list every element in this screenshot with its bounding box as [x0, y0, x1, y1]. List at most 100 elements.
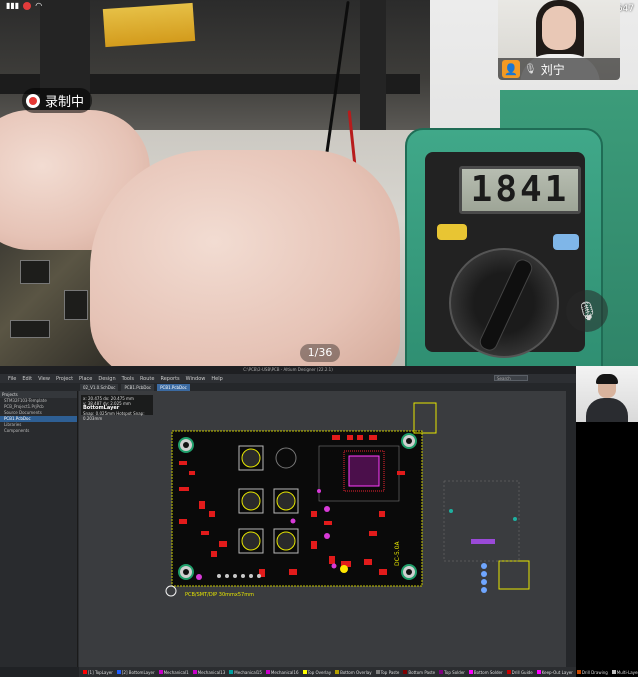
search-input[interactable]: Search — [494, 375, 528, 381]
layer-tab[interactable]: [1] TopLayer — [83, 670, 113, 675]
presenter-video[interactable] — [576, 366, 638, 422]
layer-tab[interactable]: Keep-Out Layer — [536, 669, 573, 675]
layer-tab[interactable]: Bottom Paste — [403, 670, 435, 675]
layer-color-swatch — [116, 670, 121, 674]
external-marker — [449, 509, 453, 513]
layer-label: Top Paste — [380, 669, 400, 675]
layer-color-swatch — [335, 670, 340, 674]
layer-label: Mechanical16 — [270, 669, 299, 675]
menu-item-project[interactable]: Project — [56, 376, 73, 382]
multimeter-hold-button — [437, 224, 467, 240]
layer-label: Keep-Out Layer — [541, 669, 573, 675]
right-panel-strip[interactable] — [566, 391, 576, 667]
menu-item-reports[interactable]: Reports — [160, 376, 179, 382]
layer-label: Mechanical1 — [163, 669, 189, 675]
project-tree: STM32F103-Template PCB_Project1.PrjPcb Sou… — [0, 398, 77, 434]
menu-bar: File Edit View Project Place Design Tools Route… — [0, 374, 576, 383]
menu-item-window[interactable]: Window — [186, 376, 206, 382]
document-tab[interactable]: PCB1.PcbDoc — [121, 383, 155, 391]
layer-label: Multi-Layer — [616, 669, 638, 675]
inductor-pad — [276, 491, 296, 511]
layer-color-swatch — [302, 670, 307, 674]
layer-tab[interactable]: Top Overlay — [302, 669, 332, 675]
menu-item-file[interactable]: File — [8, 376, 16, 382]
layer-color-swatch — [192, 670, 197, 674]
menu-item-edit[interactable]: Edit — [22, 376, 32, 382]
participant-name: 刘宁 — [540, 62, 565, 77]
external-component — [413, 402, 437, 434]
user-avatar-icon: 👤 — [502, 60, 520, 78]
participant-video[interactable]: 👤 🎙 刘宁 — [498, 0, 620, 80]
layer-label: Top Overlay — [307, 669, 332, 675]
multimeter: DELIXI ZMIEC 1841 — [405, 128, 603, 366]
layer-label: Bottom Overlay — [340, 669, 372, 675]
recording-label: 录制中 — [45, 95, 85, 110]
layer-tab[interactable]: [2] BottomLayer — [116, 670, 155, 675]
layer-label: [1] TopLayer — [88, 669, 113, 675]
project-tree-item[interactable]: Components — [0, 428, 77, 434]
layer-color-swatch — [83, 670, 87, 674]
mute-mic-icon[interactable]: 🎙 — [566, 290, 608, 332]
layer-tab[interactable]: Mechanical15 — [229, 670, 262, 675]
multimeter-light-button — [553, 234, 579, 250]
external-pads — [481, 563, 487, 593]
status-icons: ▮▮▮ ◠ — [6, 1, 42, 10]
mounting-hole-drill — [406, 569, 412, 575]
recording-indicator[interactable]: 录制中 — [22, 88, 93, 113]
menu-item-help[interactable]: Help — [211, 376, 222, 382]
inductor-pad — [241, 531, 261, 551]
layer-tab[interactable]: Top Paste — [375, 669, 400, 675]
layer-color-swatch — [576, 670, 581, 674]
layer-color-swatch — [229, 670, 234, 674]
inductor-pad — [276, 531, 296, 551]
document-tab[interactable]: PCB1.PcbDoc — [157, 383, 190, 391]
layer-tab[interactable]: Mechanical16 — [265, 669, 299, 675]
page-indicator: 1/36 — [300, 344, 340, 362]
panel-title: Projects — [0, 391, 77, 398]
mounting-hole-drill — [183, 569, 189, 575]
layer-label: Top Solder — [444, 669, 465, 675]
layer-color-swatch — [439, 670, 444, 674]
altium-window: C:\PCB\2-USB\PCB - Altium Designer (22.2… — [0, 366, 638, 677]
layer-tab[interactable]: Bottom Overlay — [335, 670, 372, 675]
pcb-canvas[interactable]: x: 20.475 dx: 20.475 mm y: 38.487 dy: 2.… — [79, 391, 566, 667]
document-tab[interactable]: 02_V1.0.SchDoc — [80, 383, 119, 391]
layer-label: Drill Drawing — [581, 669, 608, 675]
menu-item-place[interactable]: Place — [79, 376, 92, 382]
layer-color-swatch — [611, 670, 616, 674]
window-title: C:\PCB\2-USB\PCB - Altium Designer (22.2… — [0, 366, 576, 374]
status-strip — [0, 667, 79, 677]
layer-tab[interactable]: Drill Drawing — [576, 669, 608, 675]
inductor-pad — [241, 448, 261, 468]
presenter-body — [586, 398, 628, 422]
layer-color-swatch — [536, 670, 541, 674]
layer-tab[interactable]: Mechanical1 — [158, 669, 189, 675]
menu-item-route[interactable]: Route — [140, 376, 155, 382]
record-status-icon — [23, 1, 32, 10]
screenshot-frame: DELIXI ZMIEC 1841 ▮▮▮ ◠ 英特6647 录制中 — [0, 0, 638, 677]
layer-tab[interactable]: Multi-Layer — [611, 669, 638, 675]
presenter-hair — [596, 374, 618, 384]
board-silkscreen-text: PCB/SMT/DIP 30mmx57mm — [185, 592, 254, 598]
menu-item-design[interactable]: Design — [98, 376, 115, 382]
layer-label: Bottom Paste — [408, 669, 436, 675]
layer-color-swatch — [158, 670, 163, 674]
cursor-crosshair — [165, 585, 177, 597]
via-highlight — [340, 565, 348, 573]
layer-color-swatch — [265, 670, 270, 674]
layer-label: Drill Guide — [511, 669, 533, 675]
layer-tab[interactable]: Mechanical13 — [192, 670, 225, 675]
layer-tab[interactable]: Bottom Solder — [468, 670, 503, 675]
screen-share: C:\PCB\2-USB\PCB - Altium Designer (22.2… — [0, 366, 638, 677]
layer-tab[interactable]: Drill Guide — [506, 669, 533, 675]
document-tabs: 02_V1.0.SchDoc PCB1.PcbDoc PCB1.PcbDoc — [0, 383, 576, 391]
menu-item-tools[interactable]: Tools — [122, 376, 134, 382]
layer-color-swatch — [506, 670, 511, 674]
menu-item-view[interactable]: View — [38, 376, 50, 382]
record-icon — [26, 93, 40, 108]
external-ic — [498, 560, 530, 590]
pcb-drawing: PCB/SMT/DIP 30mmx57mm DC-5.0A — [165, 402, 530, 598]
participant-name-bar: 👤 🎙 刘宁 — [498, 58, 620, 80]
signal-icon: ▮▮▮ — [6, 1, 20, 10]
layer-tab[interactable]: Top Solder — [439, 670, 465, 675]
